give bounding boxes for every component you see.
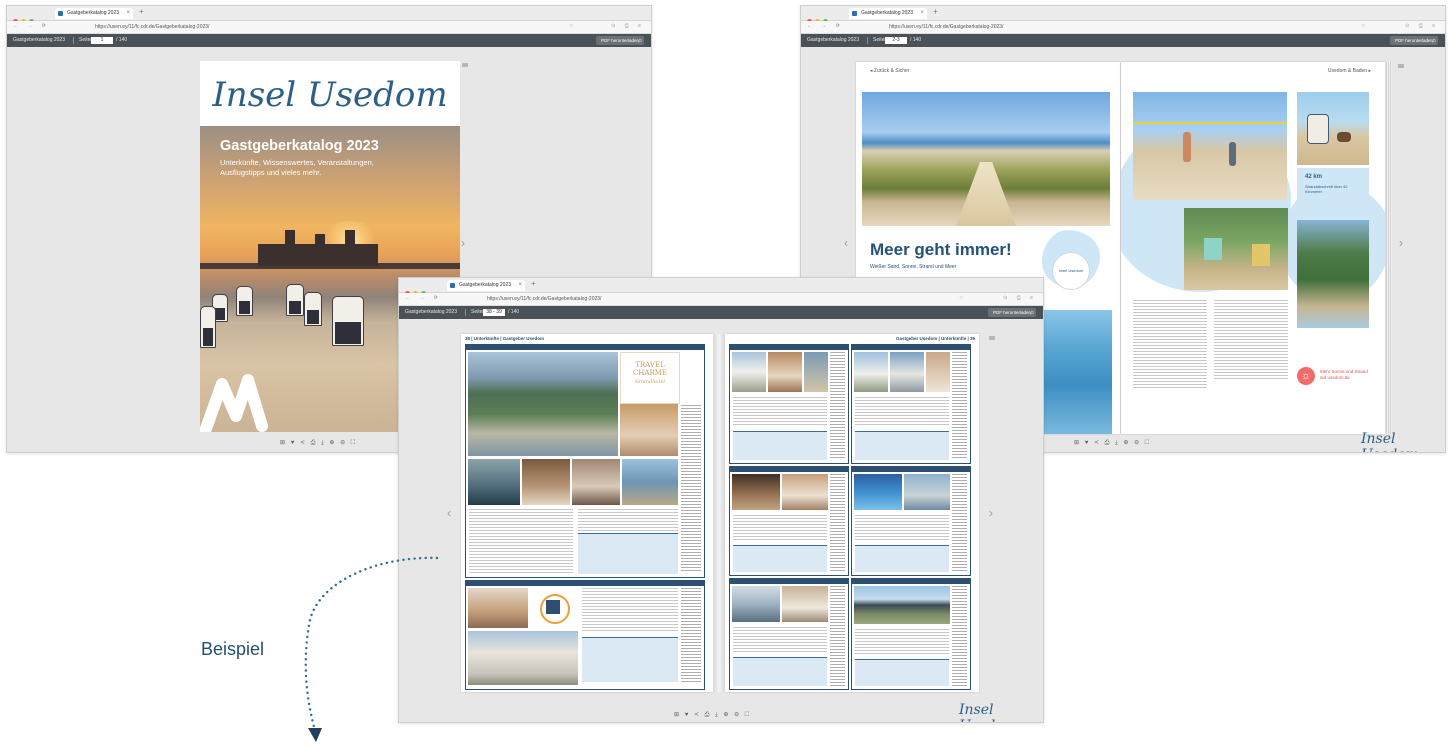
beispiel-label: Beispiel — [201, 639, 265, 659]
dotted-arrow — [304, 556, 439, 742]
